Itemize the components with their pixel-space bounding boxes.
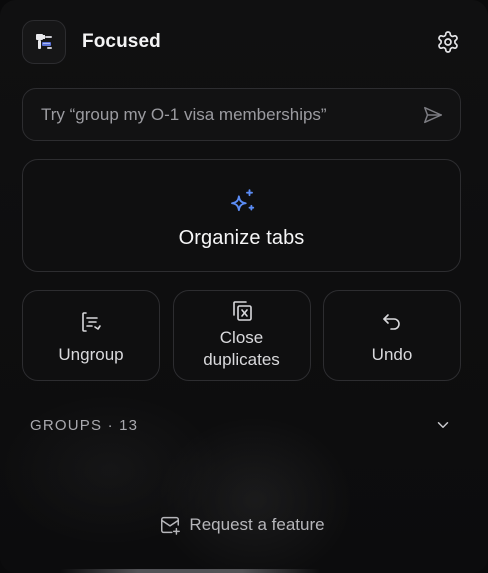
chevron-down-icon bbox=[437, 422, 449, 428]
header: Focused bbox=[22, 19, 462, 65]
ungroup-icon bbox=[82, 311, 101, 332]
undo-icon bbox=[383, 313, 400, 330]
gear-icon bbox=[438, 31, 458, 53]
close-duplicates-label: Close duplicates bbox=[203, 327, 280, 371]
organize-tabs-button[interactable]: Organize tabs bbox=[22, 159, 461, 272]
scroll-indicator bbox=[60, 569, 320, 573]
request-feature-link[interactable]: Request a feature bbox=[0, 510, 484, 540]
groups-label: GROUPS · 13 bbox=[30, 416, 139, 434]
send-button[interactable] bbox=[420, 102, 446, 128]
close-duplicates-button[interactable]: Close duplicates bbox=[172, 290, 311, 381]
extension-panel: Focused Organize tabs bbox=[0, 0, 488, 573]
close-duplicates-line2: duplicates bbox=[203, 349, 280, 369]
app-title: Focused bbox=[82, 31, 161, 52]
undo-button[interactable]: Undo bbox=[323, 290, 461, 381]
settings-button[interactable] bbox=[434, 28, 462, 56]
organize-tabs-label: Organize tabs bbox=[178, 227, 305, 249]
mail-plus-icon bbox=[161, 516, 181, 535]
plug-tab-icon bbox=[36, 34, 52, 49]
close-duplicates-line1: Close bbox=[219, 327, 264, 347]
undo-label: Undo bbox=[371, 344, 413, 364]
close-duplicates-icon bbox=[232, 300, 252, 321]
sparkles-icon bbox=[230, 189, 254, 212]
app-logo bbox=[22, 20, 66, 64]
action-row: Ungroup Close duplicates Undo bbox=[22, 290, 461, 381]
send-icon bbox=[424, 106, 442, 123]
request-feature-label: Request a feature bbox=[189, 515, 325, 534]
prompt-field bbox=[22, 88, 461, 141]
ungroup-button[interactable]: Ungroup bbox=[22, 290, 160, 381]
groups-toggle[interactable]: GROUPS · 13 bbox=[30, 410, 454, 440]
ungroup-label: Ungroup bbox=[58, 344, 124, 364]
prompt-input[interactable] bbox=[39, 103, 420, 126]
